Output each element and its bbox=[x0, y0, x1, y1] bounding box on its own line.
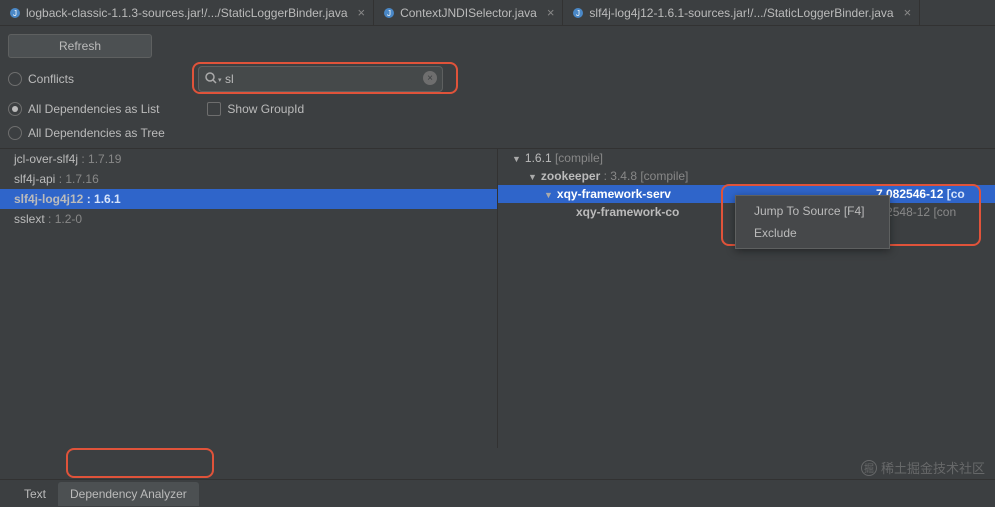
dependency-list[interactable]: jcl-over-slf4j : 1.7.19 slf4j-api : 1.7.… bbox=[0, 149, 498, 448]
search-wrap: ▾ × bbox=[198, 66, 443, 92]
tab-label: logback-classic-1.1.3-sources.jar!/.../S… bbox=[26, 6, 348, 20]
watermark-text: 稀土掘金技术社区 bbox=[881, 458, 985, 477]
watermark: 掘 稀土掘金技术社区 bbox=[861, 458, 985, 477]
radio-icon bbox=[8, 102, 22, 116]
tab-label: ContextJNDISelector.java bbox=[400, 6, 537, 20]
radio-conflicts[interactable]: Conflicts bbox=[8, 72, 74, 86]
dependency-tree[interactable]: ▼1.6.1 [compile] ▼zookeeper : 3.4.8 [com… bbox=[498, 149, 995, 448]
radio-icon bbox=[8, 126, 22, 140]
watermark-logo-icon: 掘 bbox=[861, 460, 877, 476]
menu-item-exclude[interactable]: Exclude bbox=[736, 222, 889, 244]
tab-label: slf4j-log4j12-1.6.1-sources.jar!/.../Sta… bbox=[589, 6, 893, 20]
chevron-down-icon[interactable]: ▼ bbox=[528, 172, 537, 182]
toolbar: Refresh bbox=[0, 26, 995, 62]
search-options-icon[interactable]: ▾ bbox=[218, 76, 222, 84]
close-icon[interactable]: × bbox=[358, 5, 366, 20]
close-icon[interactable]: × bbox=[904, 5, 912, 20]
content-panes: jcl-over-slf4j : 1.7.19 slf4j-api : 1.7.… bbox=[0, 148, 995, 448]
editor-tab-1[interactable]: J ContextJNDISelector.java × bbox=[374, 0, 563, 25]
list-item[interactable]: sslext : 1.2-0 bbox=[0, 209, 497, 229]
svg-text:J: J bbox=[387, 9, 391, 18]
tree-row[interactable]: ▼1.6.1 [compile] bbox=[498, 149, 995, 167]
radio-label-text: Conflicts bbox=[28, 72, 74, 86]
editor-tabs: J logback-classic-1.1.3-sources.jar!/...… bbox=[0, 0, 995, 26]
context-menu: Jump To Source [F4] Exclude bbox=[735, 195, 890, 249]
filter-panel: Conflicts ▾ × All Dependencies as List S… bbox=[0, 62, 995, 148]
menu-item-jump-to-source[interactable]: Jump To Source [F4] bbox=[736, 200, 889, 222]
radio-all-list[interactable]: All Dependencies as List bbox=[8, 102, 159, 116]
svg-text:J: J bbox=[13, 9, 17, 18]
file-icon: J bbox=[8, 6, 22, 20]
search-input[interactable] bbox=[198, 66, 443, 92]
tree-row[interactable]: ▼zookeeper : 3.4.8 [compile] bbox=[498, 167, 995, 185]
search-icon bbox=[204, 71, 218, 88]
radio-icon bbox=[8, 72, 22, 86]
file-icon: J bbox=[382, 6, 396, 20]
radio-all-tree[interactable]: All Dependencies as Tree bbox=[8, 126, 165, 140]
chevron-down-icon[interactable]: ▼ bbox=[512, 154, 521, 164]
list-item[interactable]: slf4j-api : 1.7.16 bbox=[0, 169, 497, 189]
refresh-button[interactable]: Refresh bbox=[8, 34, 152, 58]
list-item[interactable]: jcl-over-slf4j : 1.7.19 bbox=[0, 149, 497, 169]
bottom-tabs: Text Dependency Analyzer bbox=[0, 479, 995, 507]
clear-icon[interactable]: × bbox=[423, 71, 437, 85]
radio-label-text: All Dependencies as List bbox=[28, 102, 159, 116]
checkbox-icon bbox=[207, 102, 221, 116]
editor-tab-2[interactable]: J slf4j-log4j12-1.6.1-sources.jar!/.../S… bbox=[563, 0, 920, 25]
list-item[interactable]: slf4j-log4j12 : 1.6.1 bbox=[0, 189, 497, 209]
tab-dependency-analyzer[interactable]: Dependency Analyzer bbox=[58, 482, 199, 506]
file-icon: J bbox=[571, 6, 585, 20]
checkbox-label-text: Show GroupId bbox=[227, 102, 304, 116]
checkbox-show-groupid[interactable]: Show GroupId bbox=[207, 102, 304, 116]
close-icon[interactable]: × bbox=[547, 5, 555, 20]
tab-text[interactable]: Text bbox=[12, 482, 58, 506]
chevron-down-icon[interactable]: ▼ bbox=[544, 190, 553, 200]
editor-tab-0[interactable]: J logback-classic-1.1.3-sources.jar!/...… bbox=[0, 0, 374, 25]
highlight-box bbox=[66, 448, 214, 478]
svg-text:J: J bbox=[576, 9, 580, 18]
radio-label-text: All Dependencies as Tree bbox=[28, 126, 165, 140]
